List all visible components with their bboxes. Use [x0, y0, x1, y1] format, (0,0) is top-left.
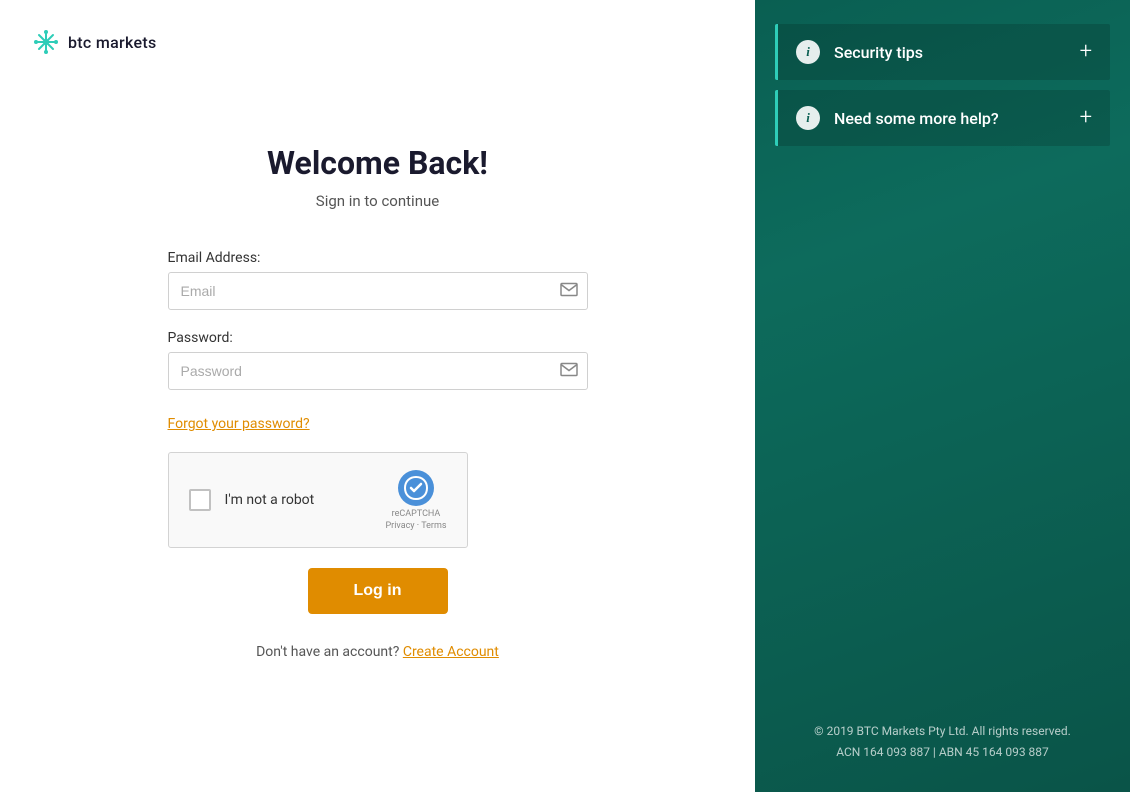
email-input[interactable] — [168, 272, 588, 310]
recaptcha-logo — [397, 469, 435, 507]
create-account-link[interactable]: Create Account — [403, 644, 499, 660]
recaptcha-right: reCAPTCHA Privacy · Terms — [385, 469, 446, 531]
footer-line2: ACN 164 093 887 | ABN 45 164 093 887 — [755, 742, 1130, 764]
email-icon — [560, 282, 578, 301]
need-help-left: i Need some more help? — [796, 106, 999, 130]
subtitle: Sign in to continue — [316, 192, 439, 210]
password-icon — [560, 362, 578, 381]
recaptcha-left: I'm not a robot — [189, 489, 315, 511]
logo-text: btc markets — [68, 33, 157, 52]
need-help-label: Need some more help? — [834, 109, 999, 128]
need-help-expand-icon: + — [1080, 107, 1092, 129]
security-tips-left: i Security tips — [796, 40, 923, 64]
password-input-wrapper — [168, 352, 588, 390]
page-title: Welcome Back! — [267, 144, 488, 182]
right-footer: © 2019 BTC Markets Pty Ltd. All rights r… — [755, 721, 1130, 764]
recaptcha-sub1: reCAPTCHA — [392, 509, 441, 519]
left-panel: btc markets Welcome Back! Sign in to con… — [0, 0, 755, 792]
recaptcha-sub2: Privacy · Terms — [385, 521, 446, 531]
email-form-group: Email Address: — [168, 250, 588, 310]
header: btc markets — [0, 0, 755, 84]
recaptcha-box[interactable]: I'm not a robot reCAPTCHA Privacy · Term… — [168, 452, 468, 548]
need-help-info-icon: i — [796, 106, 820, 130]
right-panel: i Security tips + i Need some more help?… — [755, 0, 1130, 792]
email-label: Email Address: — [168, 250, 588, 266]
password-form-group: Password: — [168, 330, 588, 390]
security-tips-info-icon: i — [796, 40, 820, 64]
security-tips-accordion[interactable]: i Security tips + — [775, 24, 1110, 80]
recaptcha-wrapper: I'm not a robot reCAPTCHA Privacy · Term… — [168, 452, 588, 548]
login-button[interactable]: Log in — [308, 568, 448, 614]
security-tips-label: Security tips — [834, 43, 923, 62]
need-help-accordion[interactable]: i Need some more help? + — [775, 90, 1110, 146]
recaptcha-checkbox[interactable] — [189, 489, 211, 511]
login-form-container: Welcome Back! Sign in to continue Email … — [0, 84, 755, 792]
password-input[interactable] — [168, 352, 588, 390]
forgot-password-link[interactable]: Forgot your password? — [168, 416, 588, 432]
footer-line1: © 2019 BTC Markets Pty Ltd. All rights r… — [755, 721, 1130, 743]
logo-icon — [32, 28, 60, 56]
signup-prompt: Don't have an account? Create Account — [256, 644, 499, 660]
security-tips-expand-icon: + — [1080, 41, 1092, 63]
email-input-wrapper — [168, 272, 588, 310]
logo[interactable]: btc markets — [32, 28, 723, 56]
recaptcha-label: I'm not a robot — [225, 492, 315, 508]
password-label: Password: — [168, 330, 588, 346]
